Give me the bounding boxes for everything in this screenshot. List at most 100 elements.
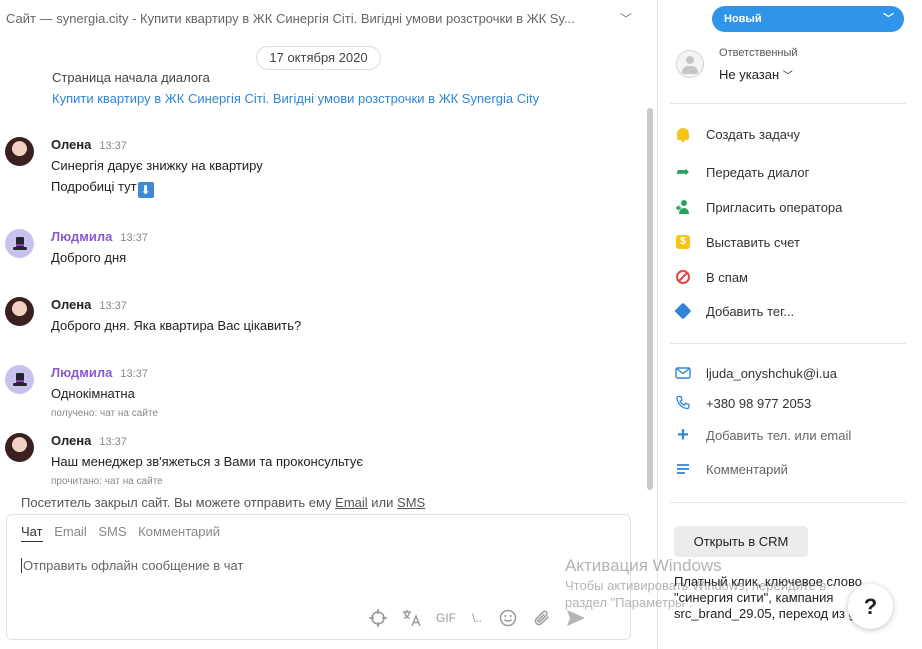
mark-spam-button[interactable]: В спам: [674, 266, 748, 288]
contact-phone[interactable]: +380 98 977 2053: [674, 392, 811, 414]
composer-toolbar: GIF \..: [368, 607, 600, 629]
crosshair-icon[interactable]: [368, 608, 388, 628]
responsible-label: Ответственный: [719, 47, 798, 59]
message-text-line: Подробиці тут ⬇: [51, 179, 154, 198]
delivery-status: получено: чат на сайте: [51, 408, 158, 419]
sender-name: Олена: [51, 137, 92, 152]
avatar: [5, 229, 34, 258]
message: Олена 13:37 Доброго дня. Яка квартира Вас…: [5, 297, 625, 337]
comment-button[interactable]: Комментарий: [674, 458, 788, 480]
chat-source-title[interactable]: Сайт — synergia.city - Купити квартиру в…: [6, 11, 636, 29]
tag-icon: [674, 302, 692, 320]
chevron-down-icon: ﹀: [782, 71, 793, 82]
mail-icon: [674, 364, 692, 382]
message-header: Олена 13:37: [51, 433, 127, 448]
delivery-status: прочитано: чат на сайте: [51, 476, 163, 487]
avatar: [5, 297, 34, 326]
open-crm-button[interactable]: Открыть в CRM: [674, 526, 808, 557]
status-label: Новый: [724, 13, 762, 25]
message-text: Наш менеджер зв'яжеться з Вами та прокон…: [51, 454, 364, 469]
add-contact-button[interactable]: + Добавить тел. или email: [674, 424, 851, 446]
avatar: [5, 365, 34, 394]
avatar: [5, 137, 34, 166]
down-arrow-emoji-icon: ⬇: [137, 182, 154, 198]
message: Людмила 13:37 Однокімнатна получено: чат …: [5, 365, 625, 421]
divider: [670, 343, 906, 344]
sender-name: Олена: [51, 433, 92, 448]
comment-lines-icon: [674, 460, 692, 478]
message-header: Олена 13:37: [51, 137, 127, 152]
action-label: Комментарий: [706, 461, 788, 477]
message-composer: Чат Email SMS Комментарий GIF \..: [6, 514, 631, 640]
action-label: Добавить тег...: [706, 303, 795, 319]
paperclip-icon[interactable]: [532, 608, 552, 628]
message-text: Доброго дня: [51, 250, 127, 265]
start-page-link[interactable]: Купити квартиру в ЖК Синергія Сіті. Вигі…: [52, 91, 539, 106]
action-label: В спам: [706, 269, 748, 285]
message-time: 13:37: [99, 300, 127, 312]
message: Олена 13:37 Синергія дарує знижку на квар…: [5, 137, 625, 198]
sender-name: Людмила: [51, 365, 113, 380]
message-text: Синергія дарує знижку на квартиру: [51, 158, 263, 173]
composer-tabs: Чат Email SMS Комментарий: [21, 524, 228, 542]
divider: [670, 502, 906, 503]
contact-sidebar: Новый ﹀ Ответственный Не указан ﹀ Создат…: [657, 0, 922, 649]
chat-panel: Сайт — synergia.city - Купити квартиру в…: [0, 0, 656, 649]
forward-arrow-icon: ➦: [676, 164, 690, 181]
visitor-closed-note: Посетитель закрыл сайт. Вы можете отправ…: [21, 495, 425, 510]
responsible-dropdown[interactable]: Не указан ﹀: [719, 67, 793, 82]
top-hat-icon: [12, 236, 28, 252]
sender-name: Олена: [51, 297, 92, 312]
chat-scrollbar[interactable]: [647, 108, 653, 490]
message-text: Подробиці тут: [51, 179, 137, 194]
action-label: Пригласить оператора: [706, 199, 843, 215]
closed-note-text: Посетитель закрыл сайт. Вы можете отправ…: [21, 495, 336, 510]
responsible-avatar: [676, 50, 704, 78]
tab-sms[interactable]: SMS: [98, 524, 126, 541]
chat-source-title-text: Сайт — synergia.city - Купити квартиру в…: [6, 11, 575, 26]
message-text: Однокімнатна: [51, 386, 135, 401]
sender-name: Людмила: [51, 229, 113, 244]
action-label: Выставить счет: [706, 234, 800, 250]
invite-operator-button[interactable]: Пригласить оператора: [674, 196, 842, 218]
action-label: Передать диалог: [706, 164, 810, 180]
tab-email[interactable]: Email: [54, 524, 87, 541]
dollar-icon: $: [674, 233, 692, 251]
send-icon[interactable]: [566, 608, 586, 628]
snippet-icon[interactable]: \..: [472, 608, 482, 628]
action-label: Добавить тел. или email: [706, 427, 852, 443]
issue-invoice-button[interactable]: $ Выставить счет: [674, 231, 800, 253]
translate-icon[interactable]: [402, 608, 422, 628]
transfer-dialog-button[interactable]: ➦ Передать диалог: [674, 161, 809, 183]
bell-icon: [674, 125, 692, 143]
message-time: 13:37: [120, 232, 148, 244]
message-header: Людмила 13:37: [51, 365, 148, 380]
plus-icon: +: [677, 424, 689, 446]
avatar: [5, 433, 34, 462]
chevron-down-icon[interactable]: ﹀: [620, 11, 632, 27]
contact-phone-value: +380 98 977 2053: [706, 395, 812, 411]
date-separator: 17 октября 2020: [256, 46, 381, 70]
send-email-link[interactable]: Email: [335, 495, 368, 510]
ban-icon: [674, 268, 692, 286]
create-task-button[interactable]: Создать задачу: [674, 123, 800, 145]
message-time: 13:37: [99, 436, 127, 448]
action-label: Создать задачу: [706, 126, 801, 142]
message-text: Доброго дня. Яка квартира Вас цікавить?: [51, 318, 302, 333]
message-input[interactable]: [21, 558, 521, 573]
divider: [670, 103, 906, 104]
help-button[interactable]: ?: [848, 584, 893, 629]
status-dropdown[interactable]: Новый ﹀: [712, 6, 904, 32]
message: Людмила 13:37 Доброго дня: [5, 229, 625, 269]
contact-email-value: ljuda_onyshchuk@i.ua: [706, 365, 838, 381]
tab-chat[interactable]: Чат: [21, 524, 43, 542]
send-sms-link[interactable]: SMS: [397, 495, 425, 510]
add-tag-button[interactable]: Добавить тег...: [674, 300, 794, 322]
add-person-icon: [674, 198, 692, 216]
chevron-down-icon: ﹀: [883, 13, 894, 25]
gif-icon[interactable]: GIF: [436, 608, 456, 628]
emoji-icon[interactable]: [498, 608, 518, 628]
contact-email[interactable]: ljuda_onyshchuk@i.ua: [674, 362, 837, 384]
responsible-value: Не указан: [719, 67, 780, 82]
tab-comment[interactable]: Комментарий: [138, 524, 220, 541]
